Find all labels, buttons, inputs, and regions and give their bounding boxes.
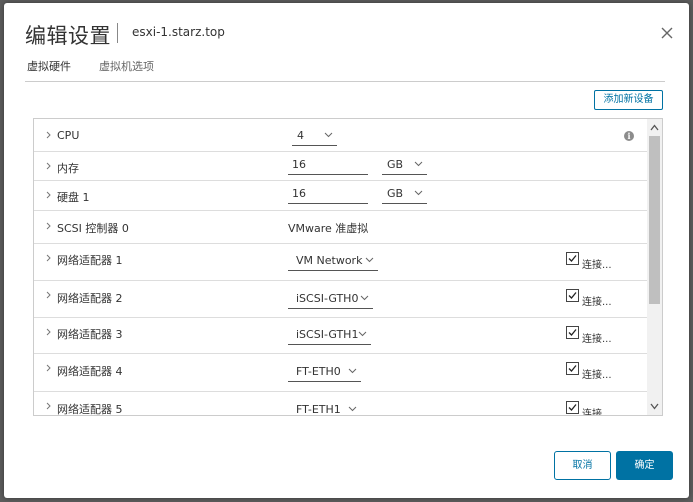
title-divider <box>117 23 118 43</box>
dialog-subtitle: esxi-1.starz.top <box>132 25 225 39</box>
nic-2-connect-checkbox[interactable] <box>566 289 579 302</box>
disk-label: 硬盘 1 <box>57 191 90 204</box>
nic-5-connect-label[interactable]: 连接... <box>582 405 612 415</box>
nic-3-connect-checkbox[interactable] <box>566 326 579 339</box>
chevron-down-icon <box>365 257 374 263</box>
nic-3-connect-label[interactable]: 连接... <box>582 330 612 345</box>
checkmark-icon <box>568 365 577 372</box>
nic-3-network: iSCSI-GTH1 <box>296 328 359 341</box>
nic-1-label: 网络适配器 1 <box>57 254 123 267</box>
checkmark-icon <box>568 255 577 262</box>
nic-3-network-select[interactable]: iSCSI-GTH1 <box>288 326 371 345</box>
scsi-type-value: VMware 准虚拟 <box>288 222 369 235</box>
chevron-right-icon[interactable] <box>45 131 53 139</box>
hardware-row-cpu: CPU 4 i <box>34 119 647 152</box>
close-icon[interactable] <box>660 25 674 39</box>
vertical-scrollbar[interactable] <box>647 119 662 415</box>
hardware-row-nic-2: 网络适配器 2 iSCSI-GTH0 连接... <box>34 280 647 318</box>
nic-2-label: 网络适配器 2 <box>57 292 123 305</box>
edit-settings-dialog: 编辑设置 esxi-1.starz.top 虚拟硬件 虚拟机选项 添加新设备 C… <box>4 3 689 498</box>
chevron-right-icon[interactable] <box>45 222 53 230</box>
scroll-up-icon[interactable] <box>650 124 659 131</box>
nic-4-connect-checkbox[interactable] <box>566 362 579 375</box>
cpu-value: 4 <box>297 129 304 142</box>
chevron-down-icon <box>348 368 357 374</box>
memory-label: 内存 <box>57 162 79 175</box>
chevron-down-icon <box>358 331 367 337</box>
checkmark-icon <box>568 292 577 299</box>
nic-5-network-select[interactable]: FT-ETH1 <box>288 401 361 416</box>
chevron-down-icon <box>414 161 423 167</box>
disk-size-input[interactable]: 16 <box>288 185 368 204</box>
nic-1-network: VM Network <box>296 254 363 267</box>
hardware-row-nic-4: 网络适配器 4 FT-ETH0 连接... <box>34 353 647 392</box>
scroll-down-icon[interactable] <box>650 403 659 410</box>
chevron-right-icon[interactable] <box>45 364 53 372</box>
nic-1-connect-label[interactable]: 连接... <box>582 256 612 271</box>
nic-5-network: FT-ETH1 <box>296 403 341 416</box>
scsi-label: SCSI 控制器 0 <box>57 222 129 235</box>
ok-button[interactable]: 确定 <box>616 451 673 480</box>
dialog-title: 编辑设置 <box>25 24 111 48</box>
chevron-down-icon <box>348 406 357 412</box>
nic-2-network-select[interactable]: iSCSI-GTH0 <box>288 290 373 309</box>
tab-bar: 虚拟硬件 虚拟机选项 <box>25 59 665 82</box>
checkmark-icon <box>568 329 577 336</box>
chevron-right-icon[interactable] <box>45 254 53 262</box>
chevron-right-icon[interactable] <box>45 191 53 199</box>
chevron-down-icon <box>414 190 423 196</box>
info-icon[interactable]: i <box>624 131 634 141</box>
nic-2-connect-label[interactable]: 连接... <box>582 293 612 308</box>
chevron-right-icon[interactable] <box>45 162 53 170</box>
disk-unit-select[interactable]: GB <box>382 185 427 204</box>
hardware-row-disk: 硬盘 1 16 GB <box>34 180 647 211</box>
nic-3-label: 网络适配器 3 <box>57 328 123 341</box>
add-device-button[interactable]: 添加新设备 <box>594 90 663 110</box>
nic-5-connect-checkbox[interactable] <box>566 401 579 414</box>
hardware-row-nic-5: 网络适配器 5 FT-ETH1 连接... <box>34 391 647 416</box>
tab-vm-options[interactable]: 虚拟机选项 <box>99 59 154 81</box>
nic-4-network-select[interactable]: FT-ETH0 <box>288 363 361 382</box>
nic-4-label: 网络适配器 4 <box>57 365 123 378</box>
hardware-row-scsi: SCSI 控制器 0 VMware 准虚拟 <box>34 210 647 244</box>
memory-unit-select[interactable]: GB <box>382 156 427 175</box>
hardware-row-nic-3: 网络适配器 3 iSCSI-GTH1 连接... <box>34 317 647 354</box>
nic-1-network-select[interactable]: VM Network <box>288 252 378 271</box>
tab-virtual-hardware[interactable]: 虚拟硬件 <box>27 59 71 81</box>
cpu-select[interactable]: 4 <box>292 127 337 146</box>
memory-unit: GB <box>387 158 404 171</box>
nic-2-network: iSCSI-GTH0 <box>296 292 359 305</box>
nic-4-connect-label[interactable]: 连接... <box>582 366 612 381</box>
chevron-down-icon <box>324 132 333 138</box>
cancel-button[interactable]: 取消 <box>554 451 611 480</box>
checkmark-icon <box>568 404 577 411</box>
nic-1-connect-checkbox[interactable] <box>566 252 579 265</box>
nic-5-label: 网络适配器 5 <box>57 403 123 416</box>
hardware-row-nic-1: 网络适配器 1 VM Network 连接... <box>34 243 647 281</box>
chevron-right-icon[interactable] <box>45 328 53 336</box>
chevron-down-icon <box>360 295 369 301</box>
chevron-right-icon[interactable] <box>45 291 53 299</box>
chevron-right-icon[interactable] <box>45 402 53 410</box>
disk-unit: GB <box>387 187 404 200</box>
scrollbar-thumb[interactable] <box>649 136 660 304</box>
hardware-list: CPU 4 i 内存 16 GB 硬盘 1 16 GB SCSI 控制器 0 V… <box>33 118 663 416</box>
nic-4-network: FT-ETH0 <box>296 365 341 378</box>
cpu-label: CPU <box>57 129 80 142</box>
memory-input[interactable]: 16 <box>288 156 368 175</box>
hardware-row-memory: 内存 16 GB <box>34 151 647 181</box>
